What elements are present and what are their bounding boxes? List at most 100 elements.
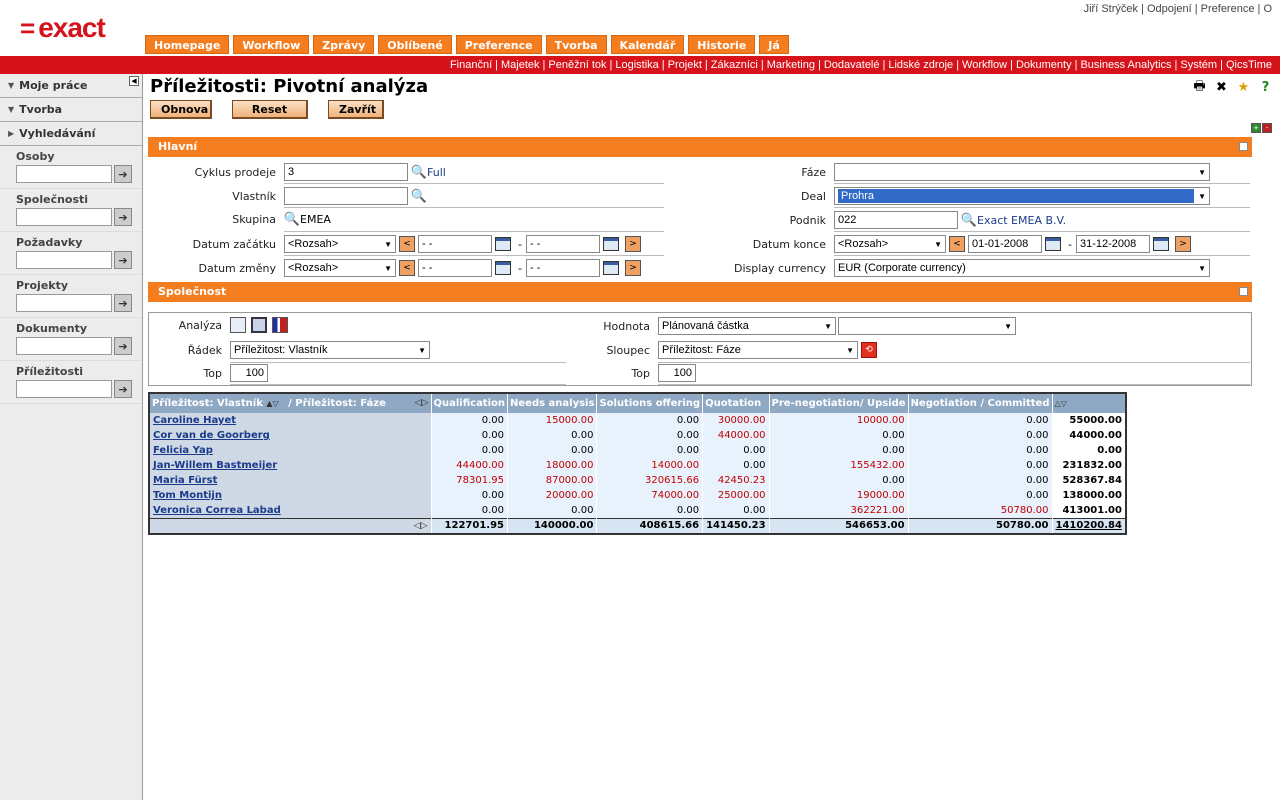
tab-homepage[interactable]: Homepage <box>145 35 230 54</box>
search-documents-input[interactable] <box>16 337 112 355</box>
sidebar-search[interactable]: ▶ Vyhledávání <box>0 122 142 146</box>
tab-me[interactable]: Já <box>759 35 789 54</box>
tab-preferences[interactable]: Preference <box>455 35 542 54</box>
prev-period-icon[interactable]: < <box>399 236 415 252</box>
calendar-icon[interactable] <box>495 237 511 251</box>
module-link-cashflow[interactable]: Peněžní tok <box>548 59 606 71</box>
owner-link[interactable]: Cor van de Goorberg <box>153 430 270 441</box>
sales-cycle-full-link[interactable]: Full <box>427 166 446 179</box>
preferences-link[interactable]: Preference <box>1201 3 1255 15</box>
expand-section-icon[interactable] <box>1239 287 1248 296</box>
company-section-header[interactable]: Společnost <box>148 282 1252 302</box>
next-period-icon[interactable]: > <box>624 260 641 276</box>
print-icon[interactable]: 🖶 <box>1191 79 1208 96</box>
row-field-select[interactable]: Příležitost: Vlastník ▼ <box>230 341 430 359</box>
owner-link[interactable]: Jan-Willem Bastmeijer <box>153 460 277 471</box>
reset-button[interactable]: Reset <box>232 100 308 119</box>
sort-icon[interactable]: ▲▽ <box>266 399 278 408</box>
swap-axes-icon[interactable]: ⟲ <box>861 342 877 358</box>
search-projects-input[interactable] <box>16 294 112 312</box>
end-date-range-select[interactable]: <Rozsah> ▼ <box>834 235 946 253</box>
calendar-icon[interactable] <box>1045 237 1061 251</box>
arrow-right-icon[interactable]: ➔ <box>114 165 132 183</box>
lookup-icon[interactable]: 🔍 <box>411 164 427 180</box>
module-link-suppliers[interactable]: Dodavatelé <box>824 59 880 71</box>
arrow-right-icon[interactable]: ➔ <box>114 337 132 355</box>
search-requests-input[interactable] <box>16 251 112 269</box>
value-field-secondary-select[interactable]: ▼ <box>838 317 1016 335</box>
sidebar-my-work[interactable]: ▼ Moje práce <box>0 74 142 98</box>
col-header[interactable]: Solutions offering <box>596 393 704 413</box>
module-link-workflow[interactable]: Workflow <box>962 59 1007 71</box>
search-persons-input[interactable] <box>16 165 112 183</box>
favorite-star-icon[interactable]: ★ <box>1235 79 1252 96</box>
search-companies-input[interactable] <box>16 208 112 226</box>
close-button[interactable]: Zavřít <box>328 100 384 119</box>
col-header[interactable]: Pre-negotiation/ Upside <box>769 393 909 413</box>
tab-create[interactable]: Tvorba <box>545 35 607 54</box>
user-name-link[interactable]: Jiří Strýček <box>1084 3 1138 15</box>
calendar-icon[interactable] <box>1152 237 1169 251</box>
start-date-from-input[interactable]: - - <box>418 235 492 253</box>
module-link-hr[interactable]: Lidské zdroje <box>888 59 953 71</box>
owner-link[interactable]: Veronica Correa Labad <box>153 505 281 516</box>
owner-link[interactable]: Maria Fürst <box>153 475 217 486</box>
calendar-icon[interactable] <box>602 261 619 275</box>
about-link[interactable]: O <box>1263 3 1272 15</box>
end-date-from-input[interactable]: 01-01-2008 <box>968 235 1042 253</box>
tab-history[interactable]: Historie <box>688 35 756 54</box>
column-field-select[interactable]: Příležitost: Fáze ▼ <box>658 341 858 359</box>
top-input[interactable]: 100 <box>230 364 268 382</box>
change-date-to-input[interactable]: - - <box>525 259 600 277</box>
scroll-arrows-icon[interactable]: ◁▷ <box>415 398 429 408</box>
module-link-assets[interactable]: Majetek <box>501 59 540 71</box>
module-link-documents[interactable]: Dokumenty <box>1016 59 1072 71</box>
grand-total[interactable]: 1410200.84 <box>1052 517 1127 534</box>
calendar-icon[interactable] <box>495 261 511 275</box>
tab-calendar[interactable]: Kalendář <box>610 35 685 54</box>
lookup-icon[interactable]: 🔍 <box>411 188 427 204</box>
start-date-range-select[interactable]: <Rozsah> ▼ <box>284 235 396 253</box>
pivot-view-icon[interactable] <box>251 317 267 333</box>
col-header[interactable]: Needs analysis <box>507 393 598 413</box>
logout-link[interactable]: Odpojení <box>1147 3 1192 15</box>
company-link[interactable]: Exact EMEA B.V. <box>977 214 1066 227</box>
module-link-logistics[interactable]: Logistika <box>615 59 658 71</box>
calendar-icon[interactable] <box>602 237 619 251</box>
arrow-right-icon[interactable]: ➔ <box>114 251 132 269</box>
phase-select[interactable]: ▼ <box>834 163 1210 181</box>
change-date-range-select[interactable]: <Rozsah> ▼ <box>284 259 396 277</box>
sales-cycle-input[interactable]: 3 <box>284 163 408 181</box>
tab-messages[interactable]: Zprávy <box>313 35 375 54</box>
module-link-marketing[interactable]: Marketing <box>767 59 815 71</box>
table-view-icon[interactable] <box>230 317 246 333</box>
col-header[interactable]: Qualification <box>431 393 509 413</box>
next-period-icon[interactable]: > <box>624 236 641 252</box>
refresh-button[interactable]: Obnova <box>150 100 212 119</box>
prev-period-icon[interactable]: < <box>399 260 415 276</box>
company-input[interactable]: 022 <box>834 211 958 229</box>
module-link-financial[interactable]: Finanční <box>450 59 492 71</box>
module-link-qicstime[interactable]: QicsTime <box>1226 59 1272 71</box>
arrow-right-icon[interactable]: ➔ <box>114 208 132 226</box>
expand-all-icon[interactable]: + <box>1251 123 1261 133</box>
scroll-arrows-icon[interactable]: ◁▷ <box>414 521 428 531</box>
arrow-right-icon[interactable]: ➔ <box>114 294 132 312</box>
owner-link[interactable]: Tom Montijn <box>153 490 222 501</box>
currency-select[interactable]: EUR (Corporate currency) ▼ <box>834 259 1210 277</box>
value-field-select[interactable]: Plánovaná částka ▼ <box>658 317 836 335</box>
tab-favorites[interactable]: Oblíbené <box>378 35 452 54</box>
prev-period-icon[interactable]: < <box>949 236 965 252</box>
change-date-from-input[interactable]: - - <box>418 259 492 277</box>
module-link-business-analytics[interactable]: Business Analytics <box>1080 59 1171 71</box>
deal-select[interactable]: Prohra ▼ <box>834 187 1210 205</box>
owner-input[interactable] <box>284 187 408 205</box>
main-section-header[interactable]: Hlavní <box>148 137 1252 157</box>
lookup-icon[interactable]: 🔍 <box>284 211 300 227</box>
collapse-sidebar-icon[interactable]: ◀ <box>129 76 139 86</box>
help-icon[interactable]: ? <box>1257 79 1274 96</box>
collapse-all-icon[interactable]: - <box>1262 123 1272 133</box>
module-link-customers[interactable]: Zákazníci <box>711 59 758 71</box>
owner-link[interactable]: Caroline Hayet <box>153 415 236 426</box>
chart-view-icon[interactable] <box>272 317 288 333</box>
